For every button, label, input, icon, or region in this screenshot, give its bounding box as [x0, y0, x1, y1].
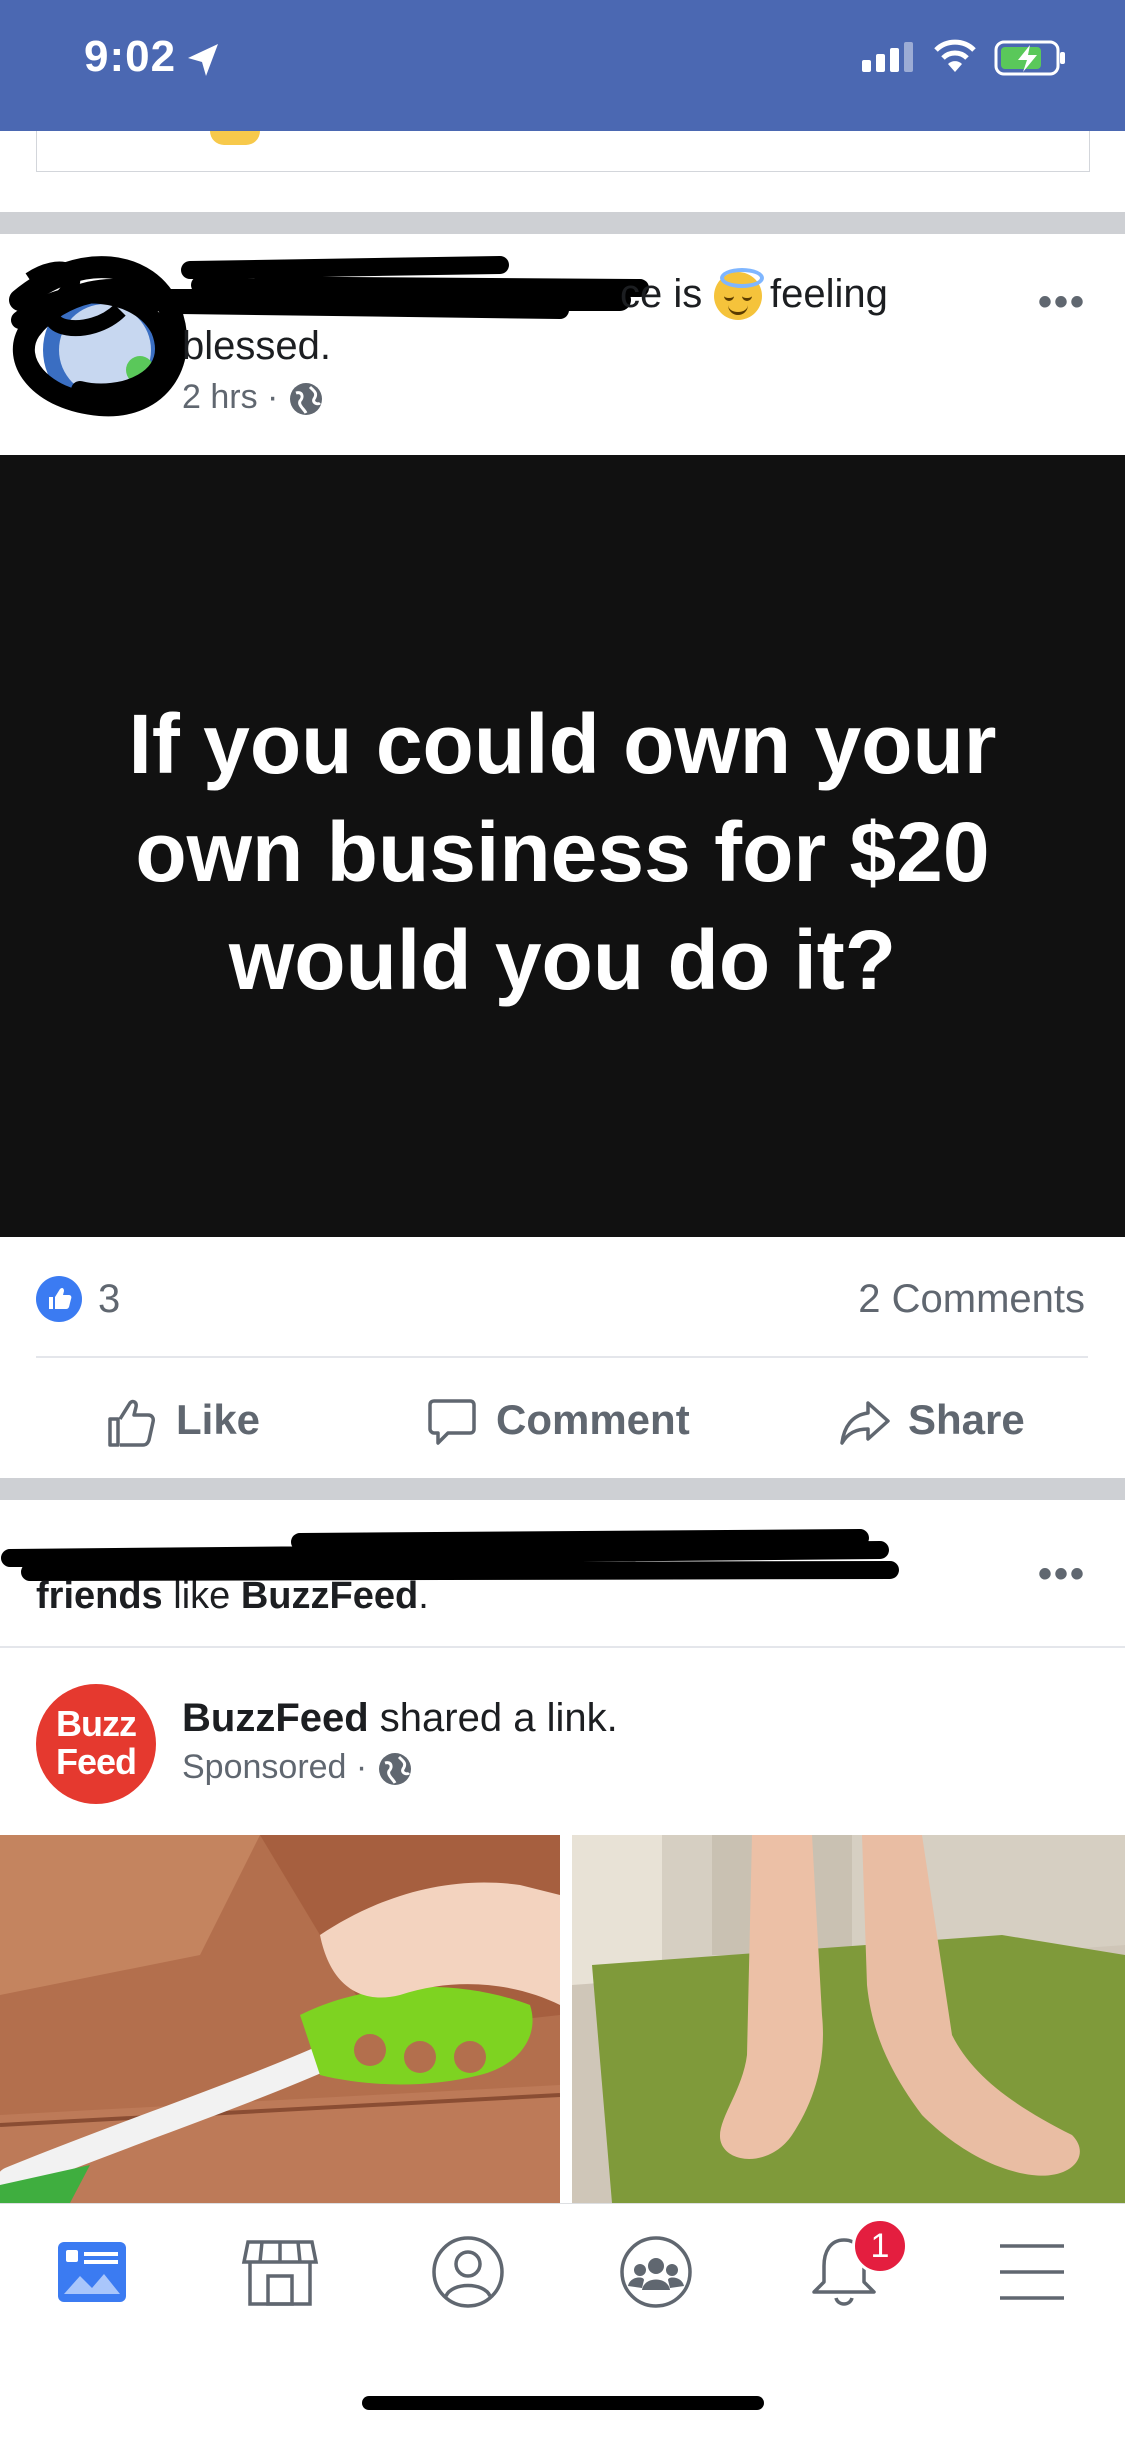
dot-separator: ·	[267, 378, 288, 416]
profile-tab-icon[interactable]	[428, 2232, 508, 2312]
share-label: Share	[908, 1396, 1025, 1443]
logo-text-bottom: Feed	[55, 1741, 137, 1782]
groups-tab-icon[interactable]	[616, 2232, 696, 2312]
like-reaction-icon[interactable]	[36, 1276, 82, 1322]
home-indicator[interactable]	[362, 2396, 764, 2410]
post-time: 2 hrs	[182, 378, 258, 416]
emoji-icon	[210, 131, 260, 145]
ad-image-bath-mat-feet[interactable]	[572, 1835, 1125, 2203]
like-count[interactable]: 3	[98, 1276, 120, 1322]
divider	[36, 1356, 1088, 1358]
like-button[interactable]: Like	[104, 1385, 260, 1455]
like-label: Like	[176, 1396, 261, 1443]
divider	[0, 1646, 1125, 1648]
sponsor-title: BuzzFeed shared a link.	[182, 1692, 618, 1744]
friends-label: friends	[36, 1575, 163, 1617]
comments-count-link[interactable]: 2 Comments	[858, 1276, 1085, 1322]
sponsored-label[interactable]: Sponsored	[182, 1748, 346, 1786]
post-timestamp: 2 hrs ·	[182, 375, 324, 419]
post2-options-button[interactable]: •••	[1038, 1552, 1086, 1597]
buzzfeed-avatar[interactable]: Buzz Feed	[36, 1684, 156, 1804]
social-context-line: friends like BuzzFeed.	[36, 1570, 429, 1622]
share-arrow-icon	[840, 1401, 890, 1445]
comment-bubble-icon	[428, 1399, 476, 1445]
feed-separator	[0, 212, 1125, 234]
globe-icon	[289, 383, 322, 416]
feed-separator	[0, 1478, 1125, 1500]
feeling-label: feeling	[770, 272, 888, 316]
battery-charging-icon	[994, 40, 1065, 76]
innocent-emoji-icon	[714, 268, 764, 320]
status-time: 9:02	[84, 32, 177, 81]
thumbs-up-icon	[108, 1399, 155, 1447]
sponsored-line: Sponsored ·	[182, 1745, 413, 1789]
wifi-icon	[934, 39, 976, 72]
ad-image-scrub-brush[interactable]	[0, 1835, 560, 2203]
globe-icon	[378, 1753, 411, 1786]
comment-label: Comment	[496, 1396, 690, 1443]
logo-text-top: Buzz	[56, 1703, 137, 1744]
marketplace-tab-icon[interactable]	[240, 2232, 320, 2312]
menu-hamburger-icon[interactable]	[992, 2232, 1072, 2312]
news-feed-tab-icon[interactable]	[52, 2232, 132, 2312]
dot-separator: ·	[355, 1748, 377, 1786]
shared-text: shared a link.	[368, 1696, 618, 1740]
location-arrow-icon	[188, 44, 218, 76]
page-name-link[interactable]: BuzzFeed	[182, 1696, 369, 1740]
previous-post-actions-remnant	[36, 131, 1090, 172]
like-text: like	[162, 1575, 241, 1617]
period: .	[418, 1575, 429, 1617]
post-image-text: If you could own your own business for $…	[128, 697, 997, 1007]
feeling-value: blessed.	[182, 324, 331, 368]
post-options-button[interactable]: •••	[1038, 280, 1086, 325]
share-button[interactable]: Share	[836, 1385, 1025, 1455]
comment-button[interactable]: Comment	[424, 1385, 690, 1455]
cellular-signal-icon	[862, 42, 918, 72]
page-link[interactable]: BuzzFeed	[241, 1575, 418, 1617]
notification-count-badge: 1	[852, 2218, 908, 2274]
